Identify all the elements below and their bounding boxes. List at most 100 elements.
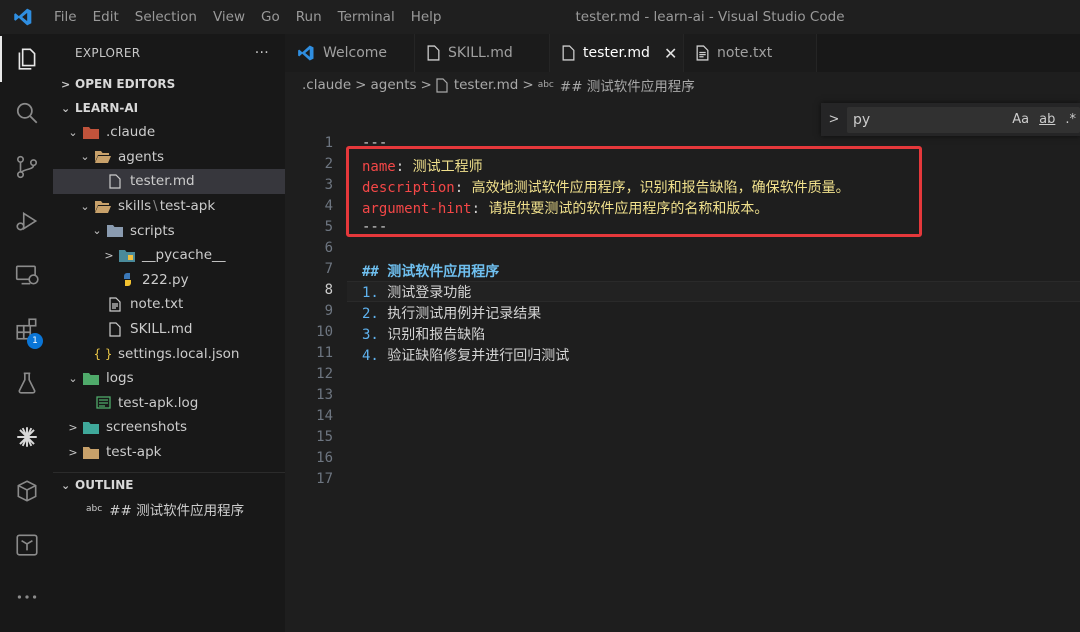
regex-toggle[interactable]: .* bbox=[1065, 112, 1076, 127]
toggle-replace-chevron-icon[interactable]: > bbox=[821, 112, 847, 127]
tree-item-skill-md[interactable]: SKILL.md bbox=[53, 317, 285, 342]
line-number: 5 bbox=[324, 219, 333, 235]
code-line-7: ## 测试软件应用程序 bbox=[362, 264, 500, 280]
tab-label: Welcome bbox=[323, 45, 388, 61]
explorer-sidebar: EXPLORER ··· > OPEN EDITORS ⌄ LEARN-AI ⌄… bbox=[53, 34, 285, 632]
menu-view[interactable]: View bbox=[205, 0, 253, 34]
list-text: 测试登录功能 bbox=[387, 285, 472, 301]
code-line-11: 4. 验证缺陷修复并进行回归测试 bbox=[362, 345, 569, 365]
folder-icon bbox=[81, 444, 101, 460]
breadcrumb-item[interactable]: tester.md bbox=[454, 77, 519, 93]
line-number: 8 bbox=[324, 282, 333, 298]
tab-label: tester.md bbox=[583, 45, 650, 61]
source-control-icon[interactable] bbox=[0, 144, 53, 190]
tree-item-scripts[interactable]: ⌄ scripts bbox=[53, 218, 285, 243]
code-line-9: 2. 执行测试用例并记录结果 bbox=[362, 303, 541, 323]
tree-item-test-apk[interactable]: > test-apk bbox=[53, 440, 285, 465]
menu-help[interactable]: Help bbox=[403, 0, 450, 34]
more-icon[interactable] bbox=[0, 574, 53, 620]
menu-selection[interactable]: Selection bbox=[127, 0, 205, 34]
tab-welcome[interactable]: Welcome bbox=[285, 34, 415, 72]
menu-go[interactable]: Go bbox=[253, 0, 288, 34]
chevron-down-icon: ⌄ bbox=[68, 125, 78, 139]
tree-item-logs[interactable]: ⌄ logs bbox=[53, 366, 285, 391]
tree-item-test-apk-log[interactable]: test-apk.log bbox=[53, 391, 285, 416]
tree-item-pycache[interactable]: > __pycache__ bbox=[53, 243, 285, 268]
menu-edit[interactable]: Edit bbox=[85, 0, 127, 34]
tree-item-label-2: test-apk bbox=[159, 198, 216, 215]
tree-item-label: tester.md bbox=[130, 173, 195, 190]
menu-file[interactable]: File bbox=[46, 0, 85, 34]
tab-label: note.txt bbox=[717, 45, 773, 61]
explorer-icon[interactable] bbox=[0, 36, 53, 82]
tree-item-note-txt[interactable]: note.txt bbox=[53, 292, 285, 317]
chevron-down-icon: ⌄ bbox=[68, 371, 78, 385]
line-number: 11 bbox=[316, 345, 333, 361]
chevron-right-icon: > bbox=[104, 248, 114, 262]
outline-item[interactable]: abc ## 测试软件应用程序 bbox=[53, 497, 285, 522]
tab-skill-md[interactable]: SKILL.md bbox=[415, 34, 550, 72]
tree-item-label: settings.local.json bbox=[118, 345, 240, 362]
workspace-root-section[interactable]: ⌄ LEARN-AI bbox=[53, 96, 285, 120]
remote-explorer-icon[interactable] bbox=[0, 252, 53, 298]
editor-tabs: Welcome SKILL.md tester.md ✕ note.txt bbox=[285, 34, 1080, 72]
explorer-header: EXPLORER ··· bbox=[53, 34, 285, 72]
breadcrumb-item[interactable]: ## 测试软件应用程序 bbox=[560, 75, 695, 95]
find-input[interactable]: py Aa ab .* bbox=[847, 106, 1080, 133]
run-debug-icon[interactable] bbox=[0, 198, 53, 244]
log-file-icon bbox=[93, 395, 113, 411]
testing-icon[interactable] bbox=[0, 360, 53, 406]
string-symbol-icon: abc bbox=[86, 504, 103, 515]
tree-item-screenshots[interactable]: > screenshots bbox=[53, 415, 285, 440]
find-widget: > py Aa ab .* bbox=[821, 103, 1080, 136]
match-case-toggle[interactable]: Aa bbox=[1012, 112, 1029, 127]
tab-tester-md[interactable]: tester.md ✕ bbox=[550, 34, 684, 72]
tree-item-222-py[interactable]: 222.py bbox=[53, 268, 285, 293]
tree-item-skills-test-apk[interactable]: ⌄ skills \ test-apk bbox=[53, 194, 285, 219]
menu-run[interactable]: Run bbox=[288, 0, 330, 34]
file-icon bbox=[562, 45, 575, 61]
tab-note-txt[interactable]: note.txt bbox=[684, 34, 817, 72]
extensions-icon[interactable]: 1 bbox=[0, 306, 53, 352]
explorer-more-button[interactable]: ··· bbox=[255, 45, 269, 61]
tree-item-settings-json[interactable]: { } settings.local.json bbox=[53, 341, 285, 366]
list-marker: 4. bbox=[362, 348, 379, 364]
line-number: 13 bbox=[316, 387, 333, 403]
tree-item-claude[interactable]: ⌄ .claude bbox=[53, 120, 285, 145]
terraform-icon[interactable] bbox=[0, 522, 53, 568]
activity-bar: 1 bbox=[0, 34, 53, 632]
tree-item-agents[interactable]: ⌄ agents bbox=[53, 145, 285, 170]
tree-item-tester-md[interactable]: tester.md bbox=[53, 169, 285, 194]
chevron-right-icon: > bbox=[68, 420, 78, 434]
vscode-logo-icon bbox=[0, 0, 46, 34]
tree-item-label: agents bbox=[118, 148, 165, 165]
find-input-value: py bbox=[853, 111, 871, 128]
breadcrumb-item[interactable]: agents bbox=[370, 77, 416, 93]
vscode-logo-icon bbox=[297, 44, 315, 62]
file-tree: ⌄ .claude ⌄ agents tester.md ⌄ skills \ … bbox=[53, 120, 285, 464]
breadcrumb-item[interactable]: .claude bbox=[302, 77, 351, 93]
folder-open-icon bbox=[93, 149, 113, 165]
open-editors-section[interactable]: > OPEN EDITORS bbox=[53, 72, 285, 96]
list-text: 识别和报告缺陷 bbox=[387, 327, 486, 343]
containers-icon[interactable] bbox=[0, 468, 53, 514]
chevron-down-icon: ⌄ bbox=[61, 478, 71, 492]
line-number: 6 bbox=[324, 240, 333, 256]
tree-item-label: 222.py bbox=[142, 271, 189, 288]
tree-item-label: scripts bbox=[130, 222, 175, 239]
tree-item-label: .claude bbox=[106, 124, 156, 141]
python-file-icon bbox=[117, 272, 137, 288]
chevron-down-icon: ⌄ bbox=[92, 224, 102, 238]
tree-item-label: test-apk.log bbox=[118, 394, 199, 411]
close-icon[interactable]: ✕ bbox=[664, 44, 677, 63]
list-marker: 2. bbox=[362, 306, 379, 322]
search-icon[interactable] bbox=[0, 90, 53, 136]
tree-item-label: SKILL.md bbox=[130, 321, 193, 338]
line-number: 7 bbox=[324, 261, 333, 277]
match-whole-word-toggle[interactable]: ab bbox=[1039, 112, 1055, 127]
menu-terminal[interactable]: Terminal bbox=[330, 0, 403, 34]
line-number: 9 bbox=[324, 303, 333, 319]
claude-icon[interactable] bbox=[0, 414, 53, 460]
list-marker: 1. bbox=[362, 285, 379, 301]
outline-header[interactable]: ⌄ OUTLINE bbox=[53, 473, 285, 497]
